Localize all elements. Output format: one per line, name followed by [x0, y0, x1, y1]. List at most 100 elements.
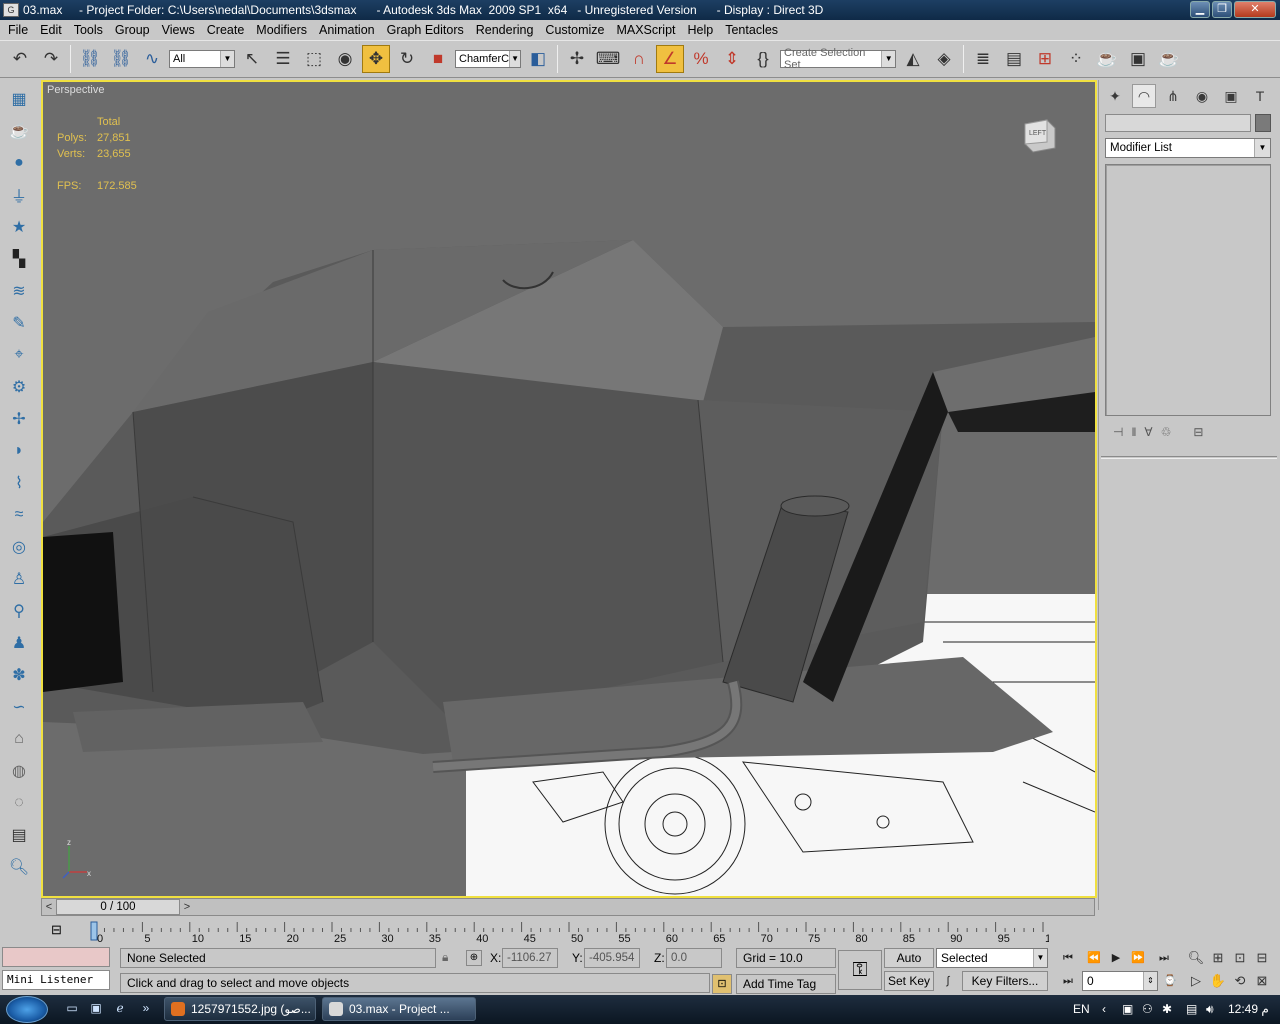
key-filters-button[interactable]: Key Filters...: [962, 971, 1048, 991]
make-unique-icon[interactable]: ∀: [1144, 425, 1152, 439]
clock[interactable]: 12:49 م: [1228, 995, 1269, 1024]
time-slider-next[interactable]: >: [180, 899, 194, 915]
internet-explorer-icon[interactable]: ℯ: [112, 1001, 128, 1017]
menu-modifiers[interactable]: Modifiers: [250, 23, 313, 37]
script-icon[interactable]: ▤: [6, 822, 32, 848]
show-end-result-icon[interactable]: ‖: [1131, 425, 1136, 439]
redo-icon[interactable]: ↷: [37, 45, 65, 73]
taskbar-item-3dsmax[interactable]: 03.max - Project ...: [322, 997, 476, 1021]
menu-create[interactable]: Create: [201, 23, 251, 37]
material-icon[interactable]: ◍: [6, 758, 32, 784]
modifier-list-dropdown[interactable]: Modifier List ▼: [1105, 138, 1271, 158]
teapot-icon[interactable]: ☕: [6, 118, 32, 144]
create-tab-icon[interactable]: ✦: [1103, 84, 1127, 108]
key-mode-dropdown[interactable]: Selected ▼: [936, 948, 1048, 968]
maximize-button[interactable]: ❐: [1212, 1, 1232, 18]
default-in-out-tangents-icon[interactable]: ∫: [938, 971, 958, 991]
viewport-label[interactable]: Perspective: [47, 84, 104, 96]
select-by-name-icon[interactable]: ☰: [269, 45, 297, 73]
menu-animation[interactable]: Animation: [313, 23, 381, 37]
absolute-mode-icon[interactable]: ⊕: [466, 950, 482, 966]
ring-icon[interactable]: ◎: [6, 534, 32, 560]
configure-modifier-sets-icon[interactable]: ⊟: [1193, 425, 1203, 439]
select-and-manipulate-icon[interactable]: ✢: [563, 45, 591, 73]
bone-icon[interactable]: ⚲: [6, 598, 32, 624]
set-key-icon[interactable]: ⚿: [838, 950, 882, 990]
previous-frame-icon[interactable]: ⏪: [1084, 948, 1104, 968]
object-name-field[interactable]: [1105, 114, 1251, 132]
menu-tools[interactable]: Tools: [68, 23, 109, 37]
tray-network-icon[interactable]: ⚇: [1142, 995, 1153, 1024]
select-and-scale-icon[interactable]: ■: [424, 45, 452, 73]
modify-tab-icon[interactable]: ◠: [1132, 84, 1156, 108]
time-tag-icon[interactable]: ⊡: [712, 974, 732, 994]
sphere-icon[interactable]: ●: [6, 150, 32, 176]
zoom-extents-icon[interactable]: ⊡: [1230, 948, 1250, 968]
select-and-link-icon[interactable]: ⛓: [76, 45, 104, 73]
play-icon[interactable]: ▶: [1106, 948, 1126, 968]
viewcube[interactable]: LEFT: [1019, 116, 1059, 154]
time-slider-prev[interactable]: <: [42, 899, 56, 915]
selection-filter-dropdown[interactable]: All ▼: [169, 50, 235, 68]
menu-graph-editors[interactable]: Graph Editors: [381, 23, 470, 37]
unlink-icon[interactable]: ⛓: [107, 45, 135, 73]
layer-manager-icon[interactable]: ≣: [969, 45, 997, 73]
menu-maxscript[interactable]: MAXScript: [610, 23, 681, 37]
go-to-end-icon[interactable]: ⏭: [1154, 948, 1174, 968]
select-and-move-icon[interactable]: ✥: [362, 45, 390, 73]
mini-curve-editor-icon[interactable]: ⊟: [51, 922, 62, 938]
x-coordinate[interactable]: -1106.27: [502, 948, 558, 968]
orbit-icon[interactable]: ⟲: [1230, 971, 1250, 991]
volume-icon[interactable]: 🔊︎: [1206, 995, 1214, 1024]
lock-icon[interactable]: 🔒︎: [442, 950, 448, 965]
y-coordinate[interactable]: -405.954: [584, 948, 640, 968]
schematic-view-icon[interactable]: ⊞: [1031, 45, 1059, 73]
rendered-frame-window-icon[interactable]: ▣: [1124, 45, 1152, 73]
plane-icon[interactable]: ⏚: [6, 182, 32, 208]
motion-tab-icon[interactable]: ◉: [1190, 84, 1214, 108]
edit-named-selection-icon[interactable]: {}: [749, 45, 777, 73]
undo-icon[interactable]: ↶: [6, 45, 34, 73]
paint-icon[interactable]: ⌖: [6, 342, 32, 368]
biped-icon[interactable]: ♙: [6, 566, 32, 592]
create-box-icon[interactable]: ▦: [6, 86, 32, 112]
gear-icon[interactable]: ⚙: [6, 374, 32, 400]
brush-icon[interactable]: ✎: [6, 310, 32, 336]
bind-space-warp-icon[interactable]: ∿: [138, 45, 166, 73]
material-editor-icon[interactable]: ⁘: [1062, 45, 1090, 73]
pin-stack-icon[interactable]: ⊣: [1113, 425, 1123, 439]
time-slider-thumb[interactable]: 0 / 100: [56, 899, 180, 915]
render-setup-icon[interactable]: ☕: [1093, 45, 1121, 73]
set-key-button[interactable]: Set Key: [884, 971, 934, 991]
time-configuration-icon[interactable]: ⌚: [1160, 971, 1180, 991]
hierarchy-tab-icon[interactable]: ⋔: [1161, 84, 1185, 108]
checker-icon[interactable]: ▚: [6, 246, 32, 272]
spring-icon[interactable]: ∽: [6, 694, 32, 720]
skin-icon[interactable]: ♟: [6, 630, 32, 656]
maximize-viewport-icon[interactable]: ⊠: [1252, 971, 1272, 991]
reference-coordinate-dropdown[interactable]: ChamferC ▼: [455, 50, 521, 68]
add-time-tag[interactable]: Add Time Tag: [736, 974, 836, 994]
menu-customize[interactable]: Customize: [539, 23, 610, 37]
tray-expand-icon[interactable]: ‹: [1102, 995, 1106, 1024]
taskbar-item-image[interactable]: 1257971552.jpg (صو...: [164, 997, 316, 1021]
field-of-view-icon[interactable]: ▷: [1186, 971, 1206, 991]
tray-bluetooth-icon[interactable]: ✱: [1162, 995, 1172, 1024]
percent-snap-icon[interactable]: %: [687, 45, 715, 73]
perspective-viewport[interactable]: Perspective Total Polys: 27,851 Verts: 23,…: [41, 80, 1097, 898]
menu-help[interactable]: Help: [682, 23, 720, 37]
auto-key-button[interactable]: Auto Key: [884, 948, 934, 983]
tray-app-icon[interactable]: ▣: [1122, 995, 1133, 1024]
object-color-swatch[interactable]: [1255, 114, 1271, 132]
minimize-button[interactable]: ▁: [1190, 1, 1210, 18]
current-frame-marker[interactable]: [90, 921, 98, 941]
menu-rendering[interactable]: Rendering: [470, 23, 540, 37]
key-mode-toggle-icon[interactable]: ⏭: [1058, 971, 1078, 991]
go-to-start-icon[interactable]: ⏮: [1058, 948, 1078, 968]
select-object-icon[interactable]: ↖: [238, 45, 266, 73]
curve-editor-icon[interactable]: ▤: [1000, 45, 1028, 73]
cloth-icon[interactable]: ⌂: [6, 726, 32, 752]
texture-icon[interactable]: ◌: [6, 790, 32, 816]
keyboard-shortcut-override-icon[interactable]: ⌨: [594, 45, 622, 73]
rectangular-selection-icon[interactable]: ⬚: [300, 45, 328, 73]
